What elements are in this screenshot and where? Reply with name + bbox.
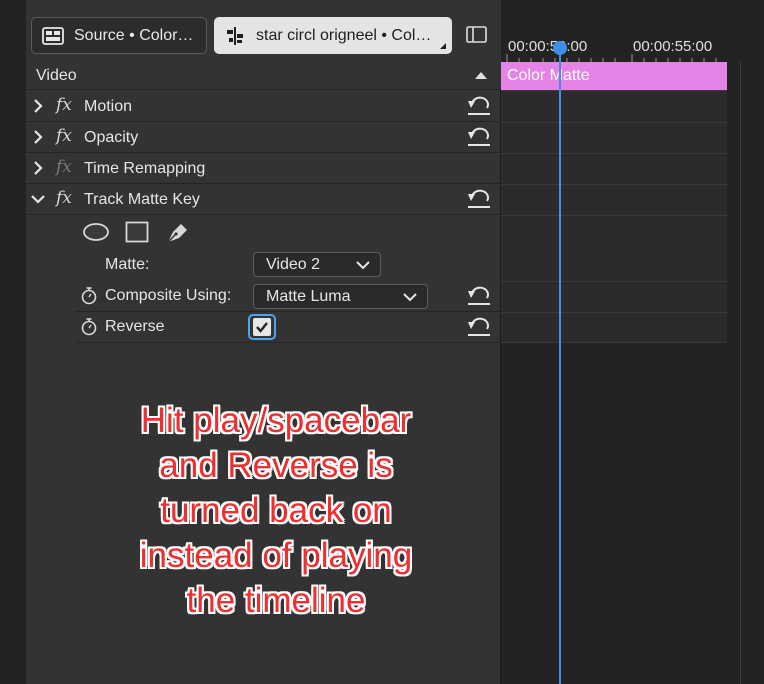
composite-value: Matte Luma xyxy=(266,287,351,305)
matte-dropdown[interactable]: Video 2 xyxy=(253,252,381,277)
annotation-line: Hit play/spacebar xyxy=(140,401,412,440)
color-matte-clip[interactable]: Color Matte xyxy=(501,62,727,90)
playhead-handle[interactable] xyxy=(553,41,567,55)
matte-value: Video 2 xyxy=(266,255,320,273)
effect-row-opacity[interactable]: fx Opacity xyxy=(26,122,501,153)
ellipse-mask-icon[interactable] xyxy=(82,222,110,247)
chevron-down-icon xyxy=(403,290,417,302)
fx-icon[interactable]: fx xyxy=(56,95,72,115)
reset-icon[interactable] xyxy=(466,286,492,306)
composite-property-row: Composite Using: Matte Luma xyxy=(76,281,501,312)
chevron-down-icon xyxy=(356,258,370,270)
effect-name: Track Matte Key xyxy=(84,191,200,208)
effect-name: Motion xyxy=(84,98,133,115)
reset-icon[interactable] xyxy=(466,317,492,337)
tab-effect-controls-label: star circl origneel • Col… xyxy=(256,26,432,44)
composite-dropdown[interactable]: Matte Luma xyxy=(253,284,428,309)
pen-mask-icon[interactable] xyxy=(165,220,191,249)
fx-icon: fx xyxy=(56,157,72,177)
fx-icon[interactable]: fx xyxy=(56,188,72,208)
mask-tools xyxy=(26,216,501,250)
collapse-triangle-icon[interactable] xyxy=(475,72,487,79)
reverse-checkbox[interactable] xyxy=(253,318,271,336)
reset-icon[interactable] xyxy=(466,189,492,209)
rectangle-mask-icon[interactable] xyxy=(125,221,149,248)
playhead-line[interactable] xyxy=(559,50,561,684)
chevron-right-icon[interactable] xyxy=(31,130,45,144)
timeline-separator xyxy=(740,62,741,684)
timeline-empty-area xyxy=(727,62,764,684)
stopwatch-icon[interactable] xyxy=(80,318,98,336)
reset-icon[interactable] xyxy=(466,96,492,116)
track-divider xyxy=(501,342,727,343)
reverse-property-row: Reverse xyxy=(76,312,501,343)
video-section-label: Video xyxy=(36,66,77,84)
track-divider xyxy=(501,312,727,313)
effect-row-motion[interactable]: fx Motion xyxy=(26,91,501,122)
effect-name: Opacity xyxy=(84,129,139,146)
chevron-right-icon[interactable] xyxy=(31,161,45,175)
panel-layout-toggle-icon[interactable] xyxy=(466,26,487,43)
track-divider xyxy=(501,184,727,185)
chevron-right-icon[interactable] xyxy=(31,99,45,113)
track-divider xyxy=(501,122,727,123)
annotation-text: Hit play/spacebar and Reverse is turned … xyxy=(101,398,451,623)
timeline-panel[interactable]: 00:00:50:00 00:00:55:00 Color Matte xyxy=(501,0,764,684)
track-divider xyxy=(501,281,727,282)
reset-icon[interactable] xyxy=(466,127,492,147)
track-divider xyxy=(501,90,727,91)
tab-source[interactable]: Source • Color… xyxy=(31,17,207,54)
clip-label: Color Matte xyxy=(507,67,590,84)
reverse-checkbox-focus[interactable] xyxy=(248,314,276,340)
effect-row-track-matte-key[interactable]: fx Track Matte Key xyxy=(26,184,501,215)
time-ruler[interactable]: 00:00:50:00 00:00:55:00 xyxy=(501,0,764,62)
chevron-down-icon[interactable] xyxy=(31,192,45,206)
effect-name: Time Remapping xyxy=(84,160,206,177)
left-gutter xyxy=(0,0,26,684)
panel-tab-bar: Source • Color… star circl origneel • Co… xyxy=(26,0,501,62)
keyframe-track-area[interactable] xyxy=(501,62,727,342)
effect-row-time-remapping[interactable]: fx Time Remapping xyxy=(26,153,501,184)
annotation-line: and Reverse is xyxy=(159,446,393,485)
matte-label: Matte: xyxy=(105,256,150,273)
matte-property-row: Matte: Video 2 xyxy=(76,250,501,281)
reverse-label: Reverse xyxy=(105,318,165,335)
track-divider xyxy=(501,153,727,154)
tab-effect-controls[interactable]: star circl origneel • Col… xyxy=(214,17,452,54)
annotation-line: the timeline xyxy=(186,581,366,620)
tab-menu-corner-icon[interactable] xyxy=(440,43,446,49)
fx-icon[interactable]: fx xyxy=(56,126,72,146)
track-divider xyxy=(501,215,727,216)
annotation-line: instead of playing xyxy=(139,536,413,575)
tab-source-label: Source • Color… xyxy=(74,26,194,44)
video-section-header[interactable]: Video xyxy=(26,62,501,90)
composite-label: Composite Using: xyxy=(105,287,232,304)
ruler-ticks xyxy=(506,54,717,62)
source-clip-icon xyxy=(42,25,64,47)
checkmark-icon xyxy=(256,322,268,333)
stopwatch-icon[interactable] xyxy=(80,287,98,305)
annotation-line: turned back on xyxy=(160,491,392,530)
effect-controls-icon xyxy=(224,25,246,47)
